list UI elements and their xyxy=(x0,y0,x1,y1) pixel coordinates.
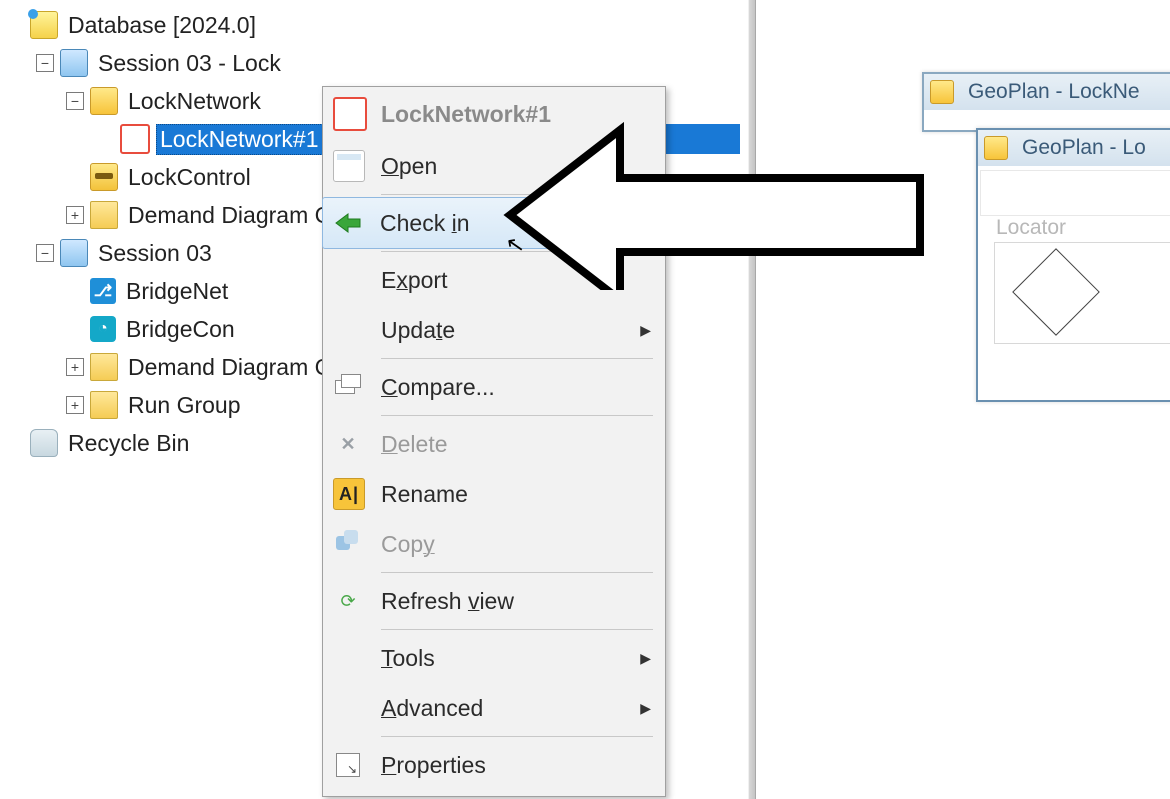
submenu-arrow-icon: ▶ xyxy=(640,650,651,667)
menu-item-export[interactable]: Export xyxy=(323,255,665,305)
folder-icon xyxy=(90,201,118,229)
network-checkedout-icon xyxy=(120,124,150,154)
control-icon xyxy=(90,163,118,191)
menu-item-copy: Copy xyxy=(323,519,665,569)
session-icon xyxy=(60,239,88,267)
folder-icon xyxy=(90,391,118,419)
pane-divider[interactable] xyxy=(748,0,756,799)
menu-separator xyxy=(381,415,653,416)
properties-icon xyxy=(333,750,363,780)
tree-label: LockNetwork xyxy=(124,86,265,117)
menu-label: Properties xyxy=(381,752,486,779)
window-title-label: GeoPlan - LockNe xyxy=(968,80,1140,104)
rename-icon: A| xyxy=(333,478,365,510)
refresh-icon: ⟳ xyxy=(333,586,363,616)
menu-item-delete: ✕ Delete xyxy=(323,419,665,469)
locator-viewport-icon xyxy=(1012,248,1100,336)
context-menu: LockNetwork#1 Open Check in Export Updat… xyxy=(322,86,666,797)
menu-label: Tools xyxy=(381,645,435,672)
menu-label: Delete xyxy=(381,431,448,458)
menu-label: Open xyxy=(381,153,437,180)
window-titlebar[interactable]: GeoPlan - LockNe xyxy=(924,74,1170,110)
tree-label: Recycle Bin xyxy=(64,428,193,459)
tree-node-session-lock[interactable]: − Session 03 - Lock xyxy=(0,44,740,82)
check-in-arrow-icon xyxy=(333,208,363,238)
menu-label: Rename xyxy=(381,481,468,508)
menu-item-refresh[interactable]: ⟳ Refresh view xyxy=(323,576,665,626)
menu-title: LockNetwork#1 xyxy=(323,87,665,141)
network-icon xyxy=(984,136,1008,160)
menu-item-tools[interactable]: Tools ▶ xyxy=(323,633,665,683)
expander-minus-icon[interactable]: − xyxy=(66,92,84,110)
menu-item-rename[interactable]: A| Rename xyxy=(323,469,665,519)
window-toolbar[interactable] xyxy=(980,170,1170,216)
open-icon xyxy=(333,150,365,182)
expander-plus-icon[interactable]: + xyxy=(66,396,84,414)
menu-separator xyxy=(381,358,653,359)
database-icon xyxy=(30,11,58,39)
menu-separator xyxy=(381,736,653,737)
delete-icon: ✕ xyxy=(333,429,363,459)
expander-plus-icon[interactable]: + xyxy=(66,358,84,376)
copy-icon xyxy=(333,529,363,559)
tree-label: LockControl xyxy=(124,162,255,193)
tree-label: Database [2024.0] xyxy=(64,10,260,41)
tree-node-database[interactable]: Database [2024.0] xyxy=(0,6,740,44)
tree-label: BridgeCon xyxy=(122,314,239,345)
session-icon xyxy=(60,49,88,77)
menu-label: Update xyxy=(381,317,455,344)
menu-label: Compare... xyxy=(381,374,495,401)
menu-item-check-in[interactable]: Check in xyxy=(322,197,666,249)
folder-icon xyxy=(90,353,118,381)
bridge-net-icon: ⎇ xyxy=(90,278,116,304)
compare-icon xyxy=(333,372,363,402)
menu-item-update[interactable]: Update ▶ xyxy=(323,305,665,355)
menu-item-advanced[interactable]: Advanced ▶ xyxy=(323,683,665,733)
menu-item-compare[interactable]: Compare... xyxy=(323,362,665,412)
expander-plus-icon[interactable]: + xyxy=(66,206,84,224)
menu-title-label: LockNetwork#1 xyxy=(381,101,551,128)
network-icon xyxy=(90,87,118,115)
menu-item-properties[interactable]: Properties xyxy=(323,740,665,790)
expander-minus-icon[interactable]: − xyxy=(36,244,54,262)
tree-label: LockNetwork#1 xyxy=(156,124,323,155)
menu-separator xyxy=(381,572,653,573)
expander-minus-icon[interactable]: − xyxy=(36,54,54,72)
geoplan-window-1[interactable]: GeoPlan - LockNe xyxy=(922,72,1170,132)
bridge-con-icon: ◔ xyxy=(90,316,116,342)
menu-separator xyxy=(381,629,653,630)
locator-panel[interactable] xyxy=(994,242,1170,344)
tree-label: BridgeNet xyxy=(122,276,232,307)
submenu-arrow-icon: ▶ xyxy=(640,322,651,339)
recycle-bin-icon xyxy=(30,429,58,457)
locator-label: Locator xyxy=(996,216,1066,240)
menu-label: Copy xyxy=(381,531,435,558)
tree-label: Run Group xyxy=(124,390,245,421)
menu-separator xyxy=(381,194,653,195)
geoplan-window-2[interactable]: GeoPlan - Lo Locator xyxy=(976,128,1170,402)
menu-item-open[interactable]: Open xyxy=(323,141,665,191)
menu-separator xyxy=(381,251,653,252)
menu-label: Refresh view xyxy=(381,588,514,615)
network-checkedout-icon xyxy=(333,97,367,131)
menu-label: Check in xyxy=(380,210,470,237)
network-icon xyxy=(930,80,954,104)
window-titlebar[interactable]: GeoPlan - Lo xyxy=(978,130,1170,166)
menu-label: Export xyxy=(381,267,447,294)
tree-label: Session 03 - Lock xyxy=(94,48,285,79)
tree-label: Session 03 xyxy=(94,238,216,269)
menu-label: Advanced xyxy=(381,695,483,722)
submenu-arrow-icon: ▶ xyxy=(640,700,651,717)
window-title-label: GeoPlan - Lo xyxy=(1022,136,1146,160)
